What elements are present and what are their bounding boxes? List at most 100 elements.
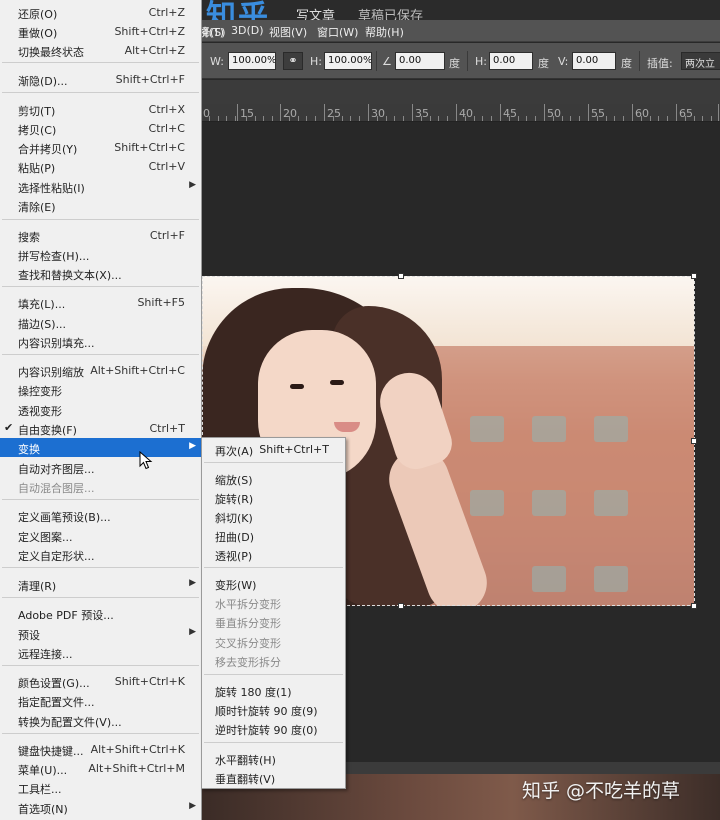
edit-menu-item[interactable]: 变换 ▶ — [0, 438, 201, 457]
edit-menu: 还原(O) Ctrl+Z 重做(O) Shift+Ctrl+Z 切换最终状态 Alt+Ct… — [0, 0, 202, 820]
edit-menu-item[interactable]: 渐隐(D)... Shift+Ctrl+F — [0, 70, 201, 89]
menu-item-label: 搜索 — [18, 231, 40, 244]
edit-menu-item[interactable]: 首选项(N) ▶ — [0, 798, 201, 817]
edit-menu-item[interactable]: 合并拷贝(Y) Shift+Ctrl+C — [0, 138, 201, 157]
ruler-major-tick — [676, 104, 677, 121]
edit-menu-item[interactable]: 定义自定形状... — [0, 545, 201, 564]
transform-submenu-item: 水平拆分变形 — [202, 593, 345, 612]
transform-submenu-item[interactable]: 顺时针旋转 90 度(9) — [202, 700, 345, 719]
edit-menu-item[interactable]: 切换最终状态 Alt+Ctrl+Z — [0, 41, 201, 60]
height-input[interactable]: 100.00% — [324, 52, 372, 70]
menu-item-label: 自由变换(F) — [18, 424, 77, 437]
edit-menu-item[interactable]: 自动对齐图层... — [0, 458, 201, 477]
transform-submenu-item[interactable]: 斜切(K) — [202, 507, 345, 526]
edit-menu-item[interactable]: 还原(O) Ctrl+Z — [0, 3, 201, 22]
edit-menu-item[interactable]: 转换为配置文件(V)... — [0, 711, 201, 730]
transform-submenu-item[interactable]: 旋转(R) — [202, 488, 345, 507]
edit-menu-item[interactable]: 查找和替换文本(X)... — [0, 264, 201, 283]
menu-item-label: 操控变形 — [18, 385, 62, 398]
angle-input[interactable]: 0.00 — [395, 52, 445, 70]
edit-menu-item[interactable]: ✔ 自由变换(F) Ctrl+T — [0, 419, 201, 438]
ruler-label: 30 — [371, 107, 385, 120]
draft-saved-status: 草稿已保存 — [358, 9, 424, 20]
menu-item-label: 渐隐(D)... — [18, 75, 68, 88]
menu-item-label: 菜单(U)... — [18, 764, 68, 777]
menu-item-shortcut: Shift+Ctrl+T — [259, 443, 329, 456]
ruler-major-tick — [500, 104, 501, 121]
edit-menu-item[interactable]: 预设 ▶ — [0, 624, 201, 643]
edit-menu-item[interactable]: 拼写检查(H)... — [0, 245, 201, 264]
menu-item-shortcut: Ctrl+V — [148, 160, 185, 173]
edit-menu-item[interactable]: 重做(O) Shift+Ctrl+Z — [0, 22, 201, 41]
menu-item-label: 垂直翻转(V) — [215, 773, 276, 786]
menu-item-label: 粘贴(P) — [18, 162, 56, 175]
transform-submenu-item[interactable]: 变形(W) — [202, 574, 345, 593]
submenu-arrow-icon: ▶ — [189, 578, 196, 588]
transform-submenu-item[interactable]: 旋转 180 度(1) — [202, 681, 345, 700]
edit-menu-item[interactable]: 搜索 Ctrl+F — [0, 226, 201, 245]
transform-submenu-item[interactable]: 再次(A) Shift+Ctrl+T — [202, 440, 345, 459]
edit-menu-item[interactable]: 剪切(T) Ctrl+X — [0, 100, 201, 119]
menu-item-label: 透视变形 — [18, 405, 62, 418]
edit-menu-item[interactable]: 颜色设置(G)... Shift+Ctrl+K — [0, 672, 201, 691]
menu-item-shortcut: Ctrl+C — [148, 122, 185, 135]
edit-menu-item[interactable]: 清理(R) ▶ — [0, 575, 201, 594]
menu-item-shortcut: Shift+Ctrl+K — [114, 675, 185, 688]
width-input[interactable]: 100.00% — [228, 52, 276, 70]
edit-menu-item[interactable]: 工具栏... — [0, 778, 201, 797]
edit-menu-item[interactable]: 选择性粘贴(I) ▶ — [0, 177, 201, 196]
transform-submenu-item[interactable]: 垂直翻转(V) — [202, 768, 345, 787]
menu-item-label: 旋转(R) — [215, 493, 254, 506]
edit-menu-item[interactable]: 粘贴(P) Ctrl+V — [0, 157, 201, 176]
menu-item-shortcut: Alt+Ctrl+Z — [124, 44, 185, 57]
edit-menu-item[interactable]: 键盘快捷键... Alt+Shift+Ctrl+K — [0, 740, 201, 759]
edit-menu-item[interactable]: 定义画笔预设(B)... — [0, 506, 201, 525]
transform-submenu-item[interactable]: 缩放(S) — [202, 469, 345, 488]
transform-submenu: 再次(A) Shift+Ctrl+T 缩放(S) 旋转(R) 斜切(K) 扭曲(D) 透视(… — [201, 437, 346, 789]
transform-handle-top[interactable] — [398, 273, 404, 279]
edit-menu-item[interactable]: 操控变形 — [0, 380, 201, 399]
edit-menu-item[interactable]: 内容识别填充... — [0, 332, 201, 351]
menu-item-label: 旋转 180 度(1) — [215, 686, 292, 699]
transform-handle-top-right[interactable] — [691, 273, 697, 279]
interpolation-select[interactable]: 两次立 — [681, 52, 720, 70]
menu-window[interactable]: 窗口(W) — [317, 24, 358, 40]
edit-menu-item[interactable]: 描边(S)... — [0, 313, 201, 332]
edit-menu-item[interactable]: Adobe PDF 预设... — [0, 604, 201, 623]
menu-item-label: 逆时针旋转 90 度(0) — [215, 724, 318, 737]
write-article-link[interactable]: 写文章 — [296, 5, 335, 20]
transform-submenu-item[interactable]: 扭曲(D) — [202, 526, 345, 545]
hskew-label: H: — [475, 55, 487, 68]
edit-menu-item[interactable]: 透视变形 — [0, 400, 201, 419]
vskew-input[interactable]: 0.00 — [572, 52, 616, 70]
checkmark-icon: ✔ — [4, 421, 14, 434]
edit-menu-item[interactable]: 内容识别缩放 Alt+Shift+Ctrl+C — [0, 361, 201, 380]
edit-menu-item[interactable]: 填充(L)... Shift+F5 — [0, 293, 201, 312]
menu-item-label: 键盘快捷键... — [18, 745, 84, 758]
transform-submenu-item[interactable]: 水平翻转(H) — [202, 749, 345, 768]
transform-submenu-item[interactable]: 透视(P) — [202, 545, 345, 564]
menu-separator — [204, 462, 343, 463]
transform-submenu-item[interactable]: 逆时针旋转 90 度(0) — [202, 719, 345, 738]
edit-menu-item[interactable]: 定义图案... — [0, 526, 201, 545]
edit-menu-item[interactable]: 远程连接... — [0, 643, 201, 662]
ruler-major-tick — [324, 104, 325, 121]
hskew-input[interactable]: 0.00 — [489, 52, 533, 70]
menu-item-label: 切换最终状态 — [18, 46, 84, 59]
transform-handle-bottom[interactable] — [398, 603, 404, 609]
link-icon[interactable]: ⚭ — [283, 52, 303, 70]
transform-handle-right[interactable] — [691, 438, 697, 444]
menu-view[interactable]: 视图(V) — [269, 24, 307, 40]
menu-help[interactable]: 帮助(H) — [365, 24, 404, 40]
edit-menu-item[interactable]: 菜单(U)... Alt+Shift+Ctrl+M — [0, 759, 201, 778]
menu-separator — [2, 665, 199, 666]
edit-menu-item[interactable]: 指定配置文件... — [0, 691, 201, 710]
menu-separator — [2, 499, 199, 500]
edit-menu-item[interactable]: 清除(E) — [0, 196, 201, 215]
transform-handle-bottom-right[interactable] — [691, 603, 697, 609]
menu-item-shortcut: Shift+Ctrl+C — [114, 141, 185, 154]
edit-menu-item[interactable]: 自动混合图层... — [0, 477, 201, 496]
menu-3d[interactable]: 3D(D) — [231, 24, 264, 37]
edit-menu-item[interactable]: 拷贝(C) Ctrl+C — [0, 119, 201, 138]
ruler-label: 45 — [503, 107, 517, 120]
